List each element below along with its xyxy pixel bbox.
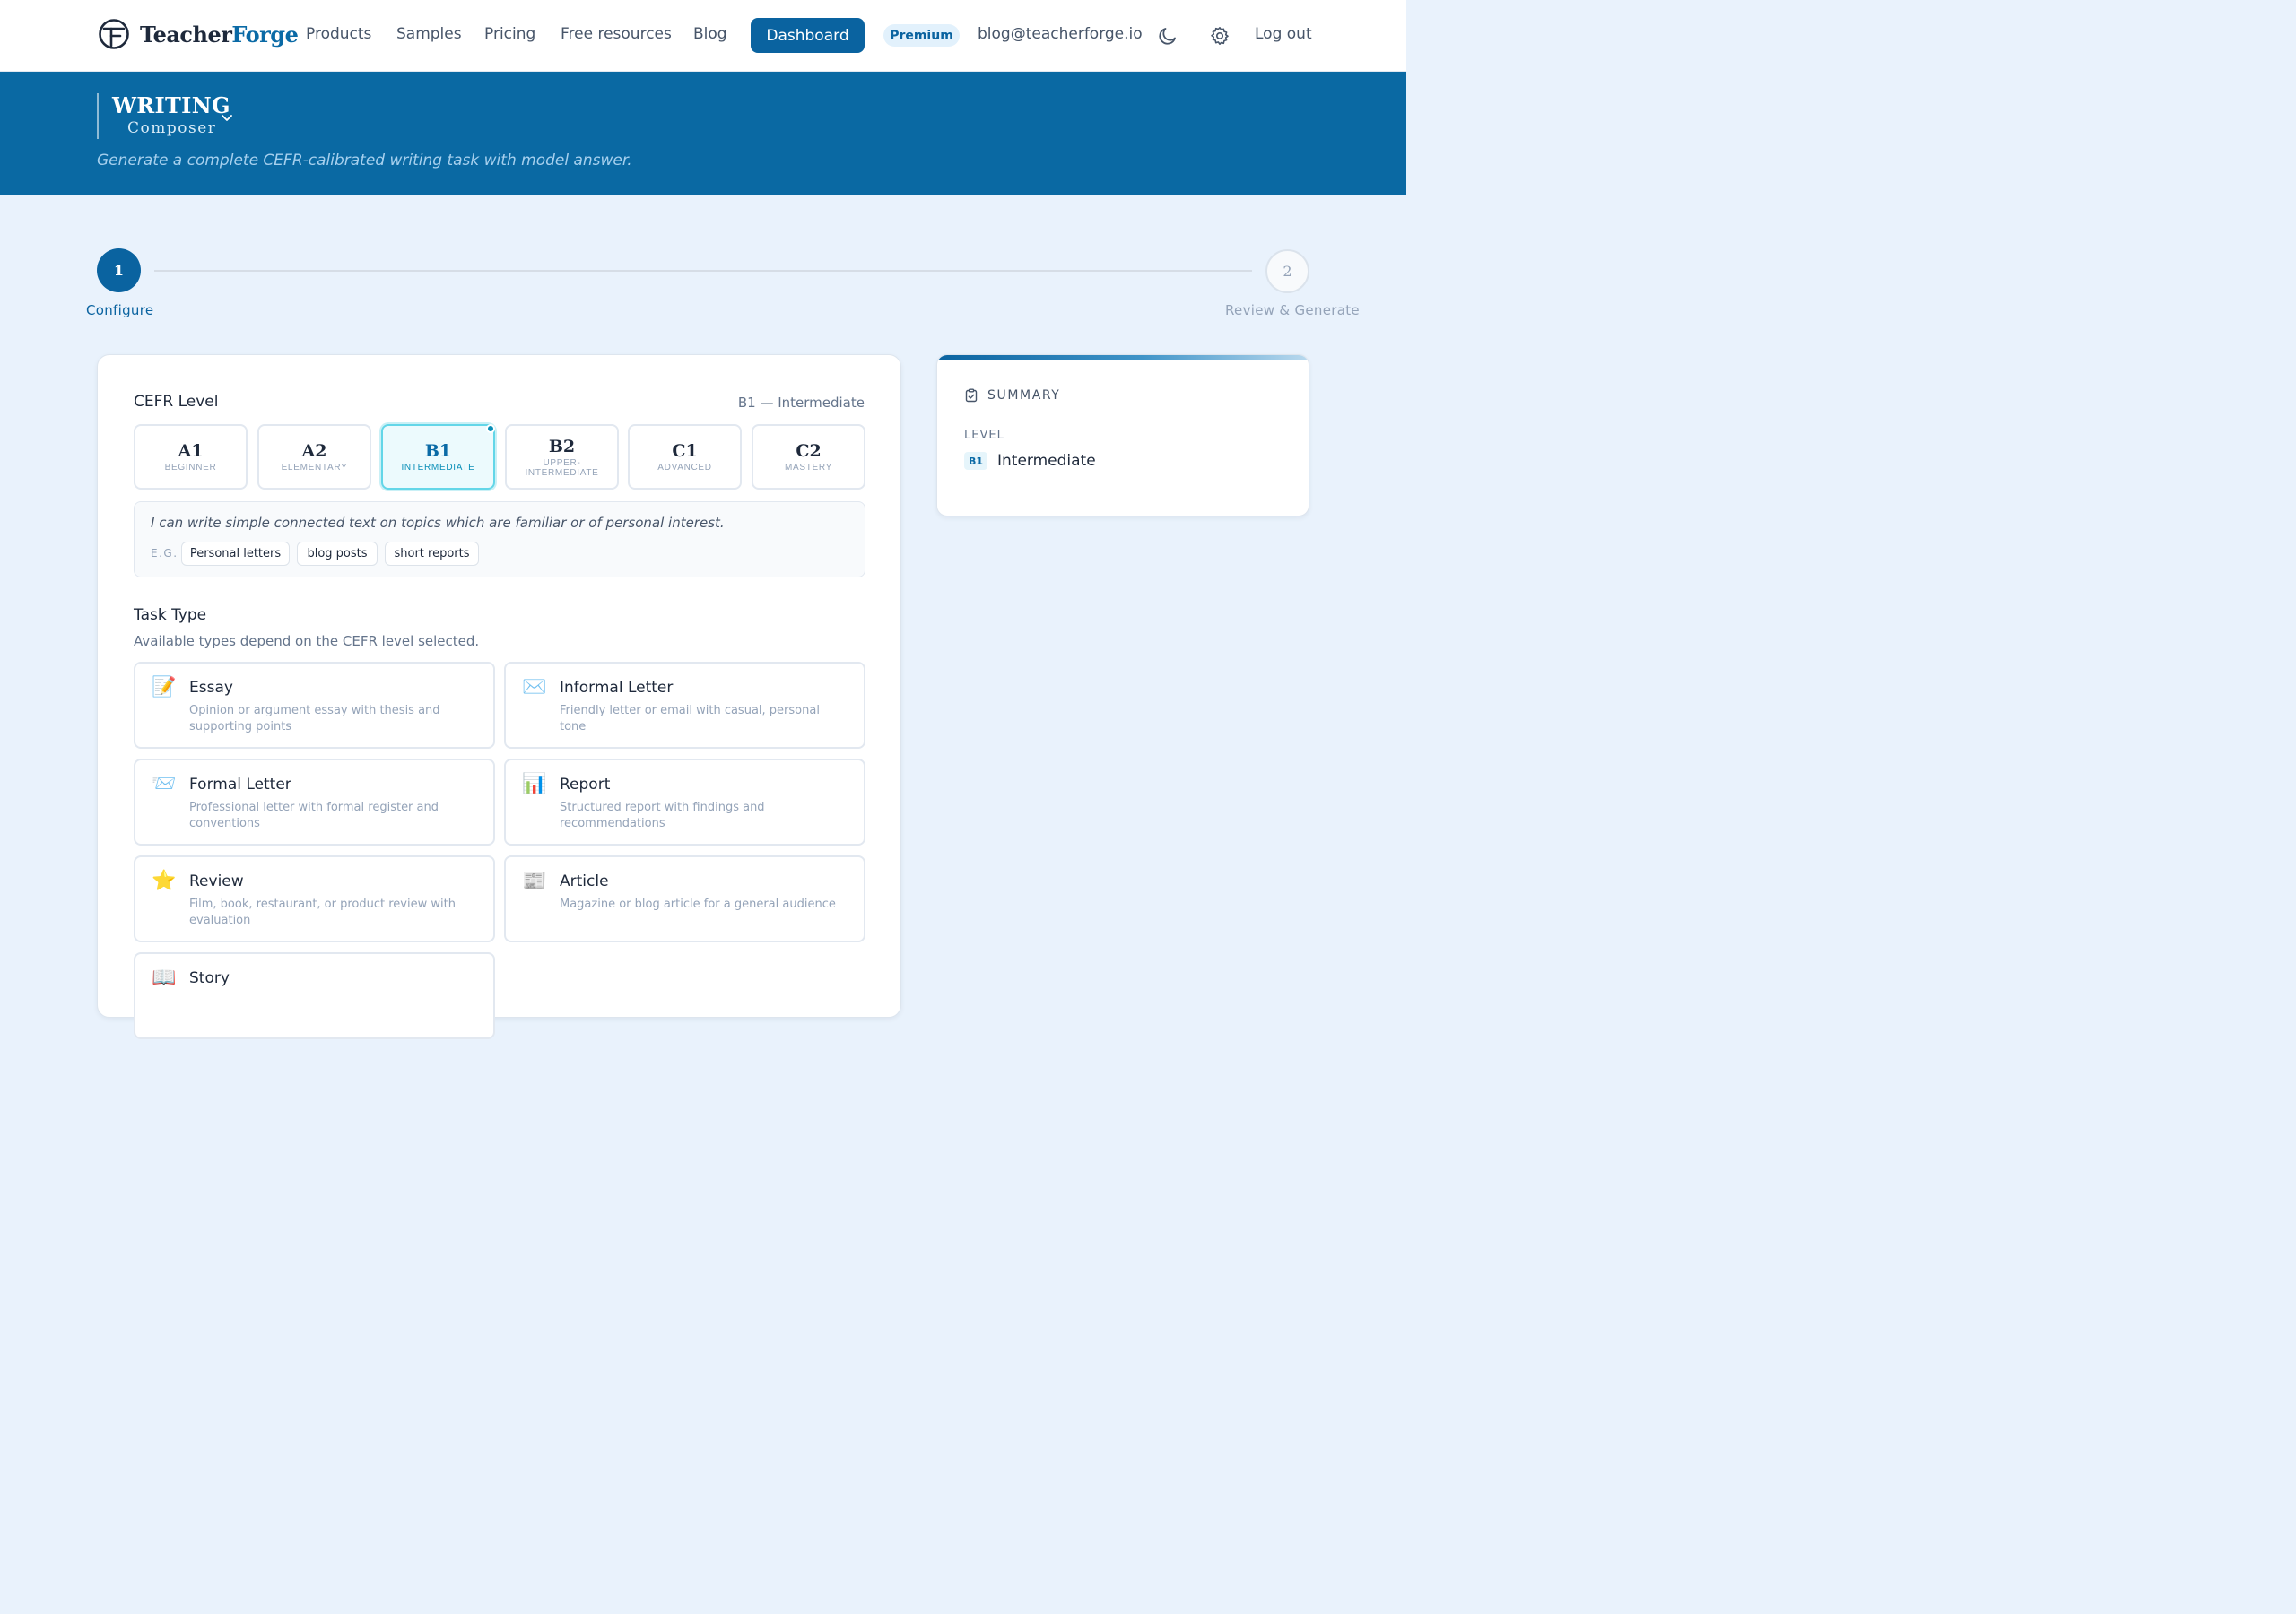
dashboard-button[interactable]: Dashboard	[751, 18, 865, 53]
task-type-title: Story	[189, 969, 230, 987]
summary-level-badge: B1	[964, 452, 987, 470]
level-button-c1[interactable]: C1 Advanced	[628, 424, 742, 490]
level-code: B1	[424, 441, 452, 461]
step-1-circle[interactable]: 1	[97, 248, 141, 292]
level-code: B2	[548, 436, 576, 456]
envelope-icon: ✉️	[522, 676, 547, 699]
step-2-label: Review & Generate	[1225, 302, 1360, 318]
tool-subtitle: Composer	[127, 119, 217, 137]
cefr-section-title: CEFR Level	[134, 393, 219, 411]
level-button-c2[interactable]: C2 Mastery	[752, 424, 865, 490]
task-type-formal-letter[interactable]: 📨 Formal Letter Professional letter with…	[134, 759, 495, 846]
example-chip: short reports	[385, 542, 479, 566]
level-name: Intermediate	[401, 463, 475, 473]
task-type-title: Article	[560, 872, 609, 890]
task-type-title: Informal Letter	[560, 679, 674, 697]
level-button-a2[interactable]: A2 Elementary	[257, 424, 371, 490]
examples-label: E.G.	[151, 547, 178, 560]
tool-description: Generate a complete CEFR-calibrated writ…	[97, 152, 632, 169]
top-navigation: TeacherForge Products Samples Pricing Fr…	[0, 0, 1406, 72]
task-type-title: Essay	[189, 679, 233, 697]
brand-logo[interactable]: TeacherForge	[98, 18, 299, 50]
level-can-do-statement: I can write simple connected text on top…	[151, 515, 725, 531]
step-1-label: Configure	[86, 302, 154, 318]
nav-link-blog[interactable]: Blog	[693, 25, 727, 43]
stepper-track	[154, 270, 1252, 272]
task-type-description: Opinion or argument essay with thesis an…	[189, 704, 440, 733]
level-button-a1[interactable]: A1 Beginner	[134, 424, 248, 490]
tool-title-block[interactable]: WRITING Composer	[97, 93, 230, 139]
nav-link-pricing[interactable]: Pricing	[484, 25, 535, 43]
level-name: Upper-Intermediate	[525, 457, 599, 478]
summary-panel: SUMMARY LEVEL B1 Intermediate	[936, 354, 1309, 516]
level-description-box: I can write simple connected text on top…	[134, 501, 865, 577]
task-type-essay[interactable]: 📝 Essay Opinion or argument essay with t…	[134, 662, 495, 749]
task-type-title: Formal Letter	[189, 776, 291, 794]
hero-banner: WRITING Composer Generate a complete CEF…	[0, 72, 1406, 195]
task-type-description: Structured report with findings and reco…	[560, 801, 765, 830]
task-type-section-title: Task Type	[134, 606, 207, 624]
task-type-description: Friendly letter or email with casual, pe…	[560, 704, 820, 733]
selected-indicator-dot	[486, 424, 495, 433]
task-type-title: Review	[189, 872, 244, 890]
gear-icon[interactable]	[1209, 25, 1231, 47]
summary-level-value: Intermediate	[997, 452, 1096, 470]
summary-accent-bar	[937, 355, 1309, 360]
summary-title: SUMMARY	[987, 388, 1061, 403]
example-chip: Personal letters	[181, 542, 290, 566]
premium-badge: Premium	[883, 24, 960, 47]
memo-icon: 📝	[152, 676, 177, 699]
level-name: Beginner	[164, 463, 217, 473]
level-code: A1	[178, 441, 204, 461]
nav-link-samples[interactable]: Samples	[396, 25, 462, 43]
task-type-title: Report	[560, 776, 611, 794]
chevron-down-icon[interactable]	[219, 109, 235, 126]
level-name: Elementary	[281, 463, 348, 473]
level-code: A2	[301, 441, 327, 461]
example-chip: blog posts	[297, 542, 378, 566]
tool-title: WRITING	[112, 92, 230, 118]
step-2-circle[interactable]: 2	[1265, 249, 1309, 293]
level-button-b2[interactable]: B2 Upper-Intermediate	[505, 424, 619, 490]
level-button-b1[interactable]: B1 Intermediate	[381, 424, 495, 490]
summary-level-label: LEVEL	[964, 429, 1004, 442]
task-type-report[interactable]: 📊 Report Structured report with findings…	[504, 759, 865, 846]
moon-icon[interactable]	[1157, 25, 1178, 47]
incoming-envelope-icon: 📨	[152, 773, 177, 795]
task-type-informal-letter[interactable]: ✉️ Informal Letter Friendly letter or em…	[504, 662, 865, 749]
teacherforge-logo-icon	[99, 19, 129, 49]
account-email[interactable]: blog@teacherforge.io	[978, 25, 1143, 43]
clipboard-check-icon	[965, 388, 978, 403]
task-type-description: Magazine or blog article for a general a…	[560, 898, 836, 911]
level-name: Mastery	[784, 463, 833, 473]
task-type-article[interactable]: 📰 Article Magazine or blog article for a…	[504, 855, 865, 942]
open-book-icon: 📖	[152, 967, 177, 989]
newspaper-icon: 📰	[522, 870, 547, 892]
level-code: C1	[672, 441, 698, 461]
nav-link-free-resources[interactable]: Free resources	[561, 25, 672, 43]
level-name: Advanced	[657, 463, 712, 473]
logout-link[interactable]: Log out	[1255, 25, 1312, 43]
task-type-description: Film, book, restaurant, or product revie…	[189, 898, 456, 927]
brand-name: TeacherForge	[140, 21, 299, 48]
nav-link-products[interactable]: Products	[306, 25, 371, 43]
configure-card: CEFR Level B1 — Intermediate A1 Beginner…	[97, 354, 901, 1039]
star-icon: ⭐	[152, 870, 177, 892]
task-type-story[interactable]: 📖 Story	[134, 952, 495, 1039]
task-type-description: Professional letter with formal register…	[189, 801, 439, 830]
task-type-review[interactable]: ⭐ Review Film, book, restaurant, or prod…	[134, 855, 495, 942]
task-type-help-text: Available types depend on the CEFR level…	[134, 633, 480, 649]
bar-chart-icon: 📊	[522, 773, 547, 795]
cefr-selected-display: B1 — Intermediate	[737, 395, 865, 411]
level-code: C2	[796, 441, 822, 461]
